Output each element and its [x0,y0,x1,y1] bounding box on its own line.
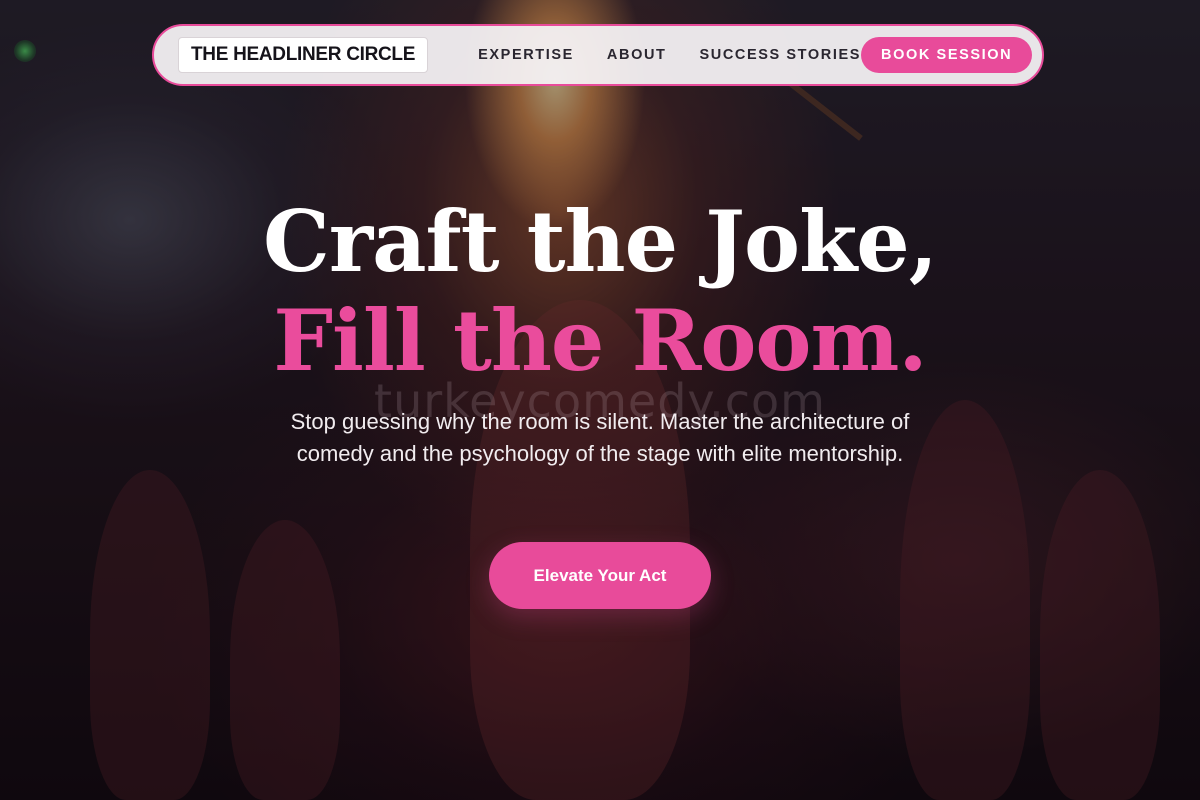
top-navigation-bar: THE HEADLINER CIRCLE EXPERTISE ABOUT SUC… [152,24,1044,86]
nav-link-about[interactable]: ABOUT [607,47,667,63]
brand-logo[interactable]: THE HEADLINER CIRCLE [178,37,429,73]
hero-headline-line-2: Fill the Room. [273,291,927,390]
book-session-button[interactable]: BOOK SESSION [861,37,1033,73]
nav-links: EXPERTISE ABOUT SUCCESS STORIES [478,47,861,63]
hero-headline-line-1: Craft the Joke, [263,192,938,291]
hero-section: THE HEADLINER CIRCLE EXPERTISE ABOUT SUC… [0,0,1200,800]
nav-link-success-stories[interactable]: SUCCESS STORIES [699,47,861,63]
elevate-your-act-button[interactable]: Elevate Your Act [489,542,711,609]
hero-subtitle: Stop guessing why the room is silent. Ma… [290,409,910,466]
nav-link-expertise[interactable]: EXPERTISE [478,47,574,63]
